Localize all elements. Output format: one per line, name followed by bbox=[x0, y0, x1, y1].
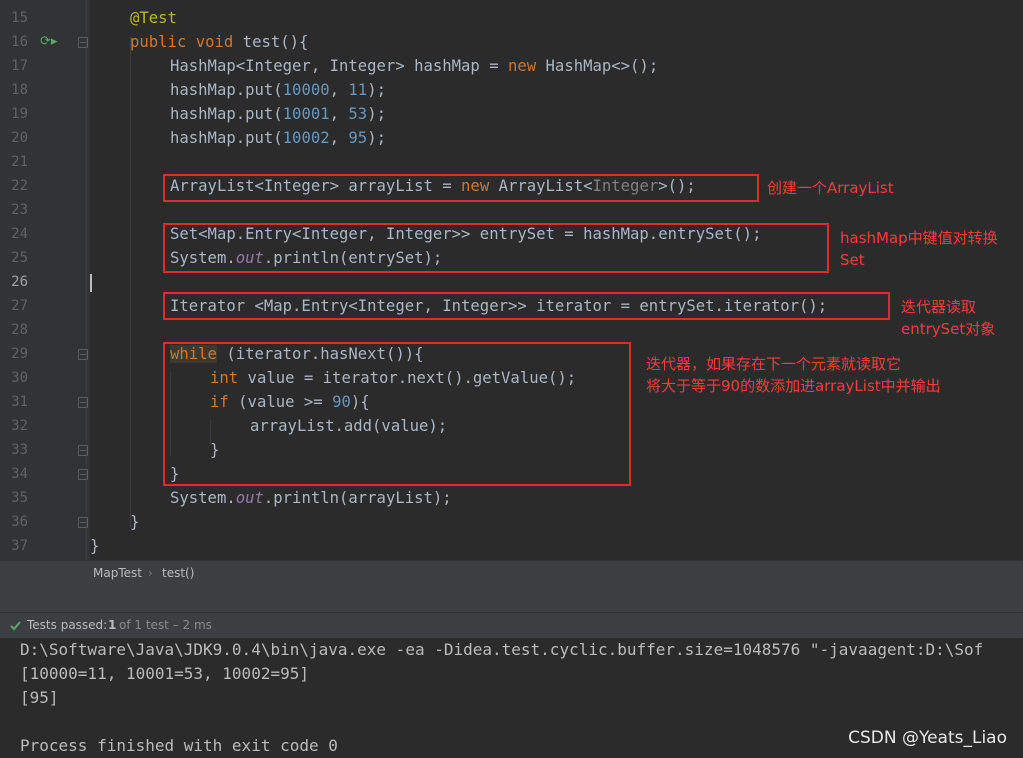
test-status-bar: Tests passed: 1 of 1 test – 2 ms bbox=[0, 612, 1023, 639]
annotation-note: 迭代器读取 entrySet对象 bbox=[901, 298, 996, 338]
code-text: .println(arrayList); bbox=[263, 489, 452, 507]
test-status-label: Tests passed: bbox=[27, 618, 108, 632]
code-text: HashMap<>(); bbox=[536, 57, 659, 75]
code-text: ); bbox=[367, 81, 386, 99]
code-text: test(){ bbox=[233, 33, 309, 51]
line-number: 20 bbox=[11, 130, 28, 146]
line-number: 22 bbox=[11, 178, 28, 194]
highlight-box bbox=[163, 223, 829, 273]
code-text: hashMap.put( bbox=[170, 81, 283, 99]
line-number: 23 bbox=[11, 202, 28, 218]
code-line[interactable]: 35 System.out.println(arrayList); bbox=[0, 486, 1023, 510]
fold-icon[interactable] bbox=[78, 517, 88, 528]
breadcrumb: MapTest › test() bbox=[0, 560, 1023, 587]
line-number: 18 bbox=[11, 82, 28, 98]
keyword-token: public bbox=[130, 33, 187, 51]
fold-icon[interactable] bbox=[78, 469, 88, 480]
number-token: 10001 bbox=[282, 105, 330, 123]
line-number: 34 bbox=[11, 466, 28, 482]
fold-icon[interactable] bbox=[78, 445, 88, 456]
console-line: [95] bbox=[20, 688, 59, 707]
code-text: , bbox=[329, 129, 349, 147]
code-line[interactable]: 18 hashMap.put(10000, 11); bbox=[0, 78, 1023, 102]
code-text: System. bbox=[170, 489, 236, 507]
line-number: 17 bbox=[11, 58, 28, 74]
keyword-token: new bbox=[507, 57, 537, 75]
line-number: 21 bbox=[11, 154, 28, 170]
code-text: , bbox=[329, 81, 349, 99]
line-number: 35 bbox=[11, 490, 28, 506]
breadcrumb-method[interactable]: test() bbox=[162, 566, 194, 580]
console-line: Process finished with exit code 0 bbox=[20, 736, 338, 755]
annotation-note: hashMap中键值对转换 Set bbox=[840, 229, 998, 269]
console-line: [10000=11, 10001=53, 10002=95] bbox=[20, 664, 309, 683]
highlight-box bbox=[163, 342, 631, 486]
code-text: ); bbox=[367, 129, 386, 147]
static-field-token: out bbox=[235, 489, 264, 507]
code-line[interactable]: 19 hashMap.put(10001, 53); bbox=[0, 102, 1023, 126]
panel-splitter[interactable] bbox=[0, 586, 1023, 613]
line-number: 33 bbox=[11, 442, 28, 458]
number-token: 53 bbox=[348, 105, 368, 123]
code-line[interactable]: 37 } bbox=[0, 534, 1023, 558]
test-status-detail: of 1 test – 2 ms bbox=[119, 618, 212, 632]
highlight-box bbox=[163, 174, 759, 202]
code-text: } bbox=[130, 513, 140, 531]
line-number: 15 bbox=[11, 10, 28, 26]
line-number: 26 bbox=[11, 274, 28, 290]
code-editor[interactable]: 15 @Test 16 ⟳▸ public void test(){ 17 Ha… bbox=[0, 0, 1023, 560]
line-number: 16 bbox=[11, 34, 28, 50]
line-number: 19 bbox=[11, 106, 28, 122]
line-number: 31 bbox=[11, 394, 28, 410]
watermark: CSDN @Yeats_Liao bbox=[848, 728, 1007, 748]
number-token: 10000 bbox=[282, 81, 330, 99]
test-status-count: 1 bbox=[108, 618, 117, 632]
annotation-note: 创建一个ArrayList bbox=[767, 179, 894, 197]
code-line[interactable]: 17 HashMap<Integer, Integer> hashMap = n… bbox=[0, 54, 1023, 78]
line-number: 27 bbox=[11, 298, 28, 314]
line-number: 36 bbox=[11, 514, 28, 530]
breadcrumb-class[interactable]: MapTest bbox=[93, 566, 142, 580]
code-text: HashMap<Integer, Integer> hashMap = bbox=[170, 57, 508, 75]
code-text: hashMap.put( bbox=[170, 129, 283, 147]
code-line[interactable]: 20 hashMap.put(10002, 95); bbox=[0, 126, 1023, 150]
highlight-box bbox=[163, 292, 890, 320]
number-token: 11 bbox=[348, 81, 368, 99]
fold-icon[interactable] bbox=[78, 349, 88, 360]
code-text: , bbox=[329, 105, 349, 123]
line-number: 30 bbox=[11, 370, 28, 386]
line-number: 25 bbox=[11, 250, 28, 266]
line-number: 32 bbox=[11, 418, 28, 434]
code-text: } bbox=[90, 537, 100, 555]
console-line: D:\Software\Java\JDK9.0.4\bin\java.exe -… bbox=[20, 640, 984, 659]
code-text: hashMap.put( bbox=[170, 105, 283, 123]
code-line[interactable]: 21 bbox=[0, 150, 1023, 174]
code-line[interactable]: 26 bbox=[0, 270, 1023, 294]
keyword-token: void bbox=[195, 33, 234, 51]
code-line[interactable]: 16 ⟳▸ public void test(){ bbox=[0, 30, 1023, 54]
run-test-icon[interactable]: ⟳▸ bbox=[40, 33, 57, 51]
line-number: 37 bbox=[11, 538, 28, 554]
line-number: 29 bbox=[11, 346, 28, 362]
number-token: 95 bbox=[348, 129, 368, 147]
code-line[interactable]: 36 } bbox=[0, 510, 1023, 534]
text-cursor bbox=[90, 274, 92, 292]
number-token: 10002 bbox=[282, 129, 330, 147]
annotation-note: 迭代器，如果存在下一个元素就读取它 将大于等于90的数添加进arrayList中… bbox=[646, 355, 941, 395]
annotation-token: @Test bbox=[130, 9, 177, 27]
line-number: 28 bbox=[11, 322, 28, 338]
code-line[interactable]: 15 @Test bbox=[0, 6, 1023, 30]
breadcrumb-separator: › bbox=[148, 566, 153, 580]
code-line[interactable]: 28 bbox=[0, 318, 1023, 342]
fold-icon[interactable] bbox=[78, 37, 88, 48]
fold-icon[interactable] bbox=[78, 397, 88, 408]
check-icon bbox=[10, 621, 21, 631]
code-text: ); bbox=[367, 105, 386, 123]
line-number: 24 bbox=[11, 226, 28, 242]
